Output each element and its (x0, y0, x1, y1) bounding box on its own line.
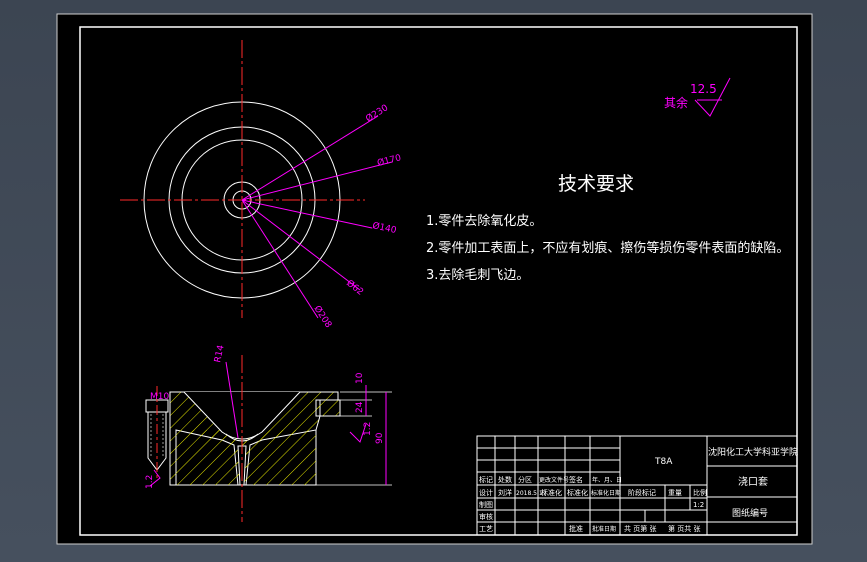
tb-sheet-info2: 第 页共 张 (668, 524, 700, 533)
tb-draw-label: 制图 (479, 500, 493, 509)
tb-approve-date: 批准日期 (592, 525, 616, 533)
tb-hdr-sign: 签名 (569, 475, 583, 484)
tb-process-label: 工艺 (479, 525, 493, 533)
tb-std-label2: 标准化 (567, 488, 588, 497)
tech-item-2: 2.零件加工表面上，不应有划痕、擦伤等损伤零件表面的缺陷。 (426, 240, 789, 256)
tb-hdr-docno: 更改文件号 (539, 476, 569, 484)
tech-item-1: 1.零件去除氧化皮。 (426, 214, 542, 229)
roughness-value: 12.5 (690, 82, 717, 96)
tb-material: T8A (654, 457, 673, 467)
dim-h90: 90 (375, 432, 385, 444)
tb-part-name: 浇口套 (738, 475, 768, 488)
tb-designer-name: 刘洋 (498, 488, 512, 497)
tb-std-label: 标准化 (541, 488, 562, 497)
tb-std-date: 标准化日期 (591, 489, 621, 497)
tech-title: 技术要求 (558, 173, 634, 195)
tb-school: 沈阳化工大学科亚学院 (708, 446, 798, 458)
dim-h24: 24 (355, 401, 365, 413)
tech-item-3: 3.去除毛刺飞边。 (426, 268, 529, 283)
cad-drawing: Ø230 Ø170 Ø140 Ø62 Ø208 12.5 其余 技术要求 1.零… (56, 13, 813, 545)
roughness-label: 其余 (664, 95, 688, 110)
tb-hdr-date: 年、月、日 (592, 476, 622, 484)
tb-hdr-zone: 分区 (518, 475, 532, 484)
dim-h10: 10 (355, 372, 365, 384)
tb-hdr-count: 处数 (498, 475, 512, 484)
dim-deg: 1.2 (363, 422, 373, 436)
tb-scale-value: 1:2 (693, 501, 704, 509)
tb-weight: 重量 (668, 489, 682, 497)
dim-side: 1.2 (145, 475, 155, 489)
tb-hdr-mark: 标记 (479, 475, 493, 484)
tb-drawing-no: 图纸编号 (732, 507, 768, 519)
tb-sheet-info: 共 页第 张 (624, 524, 656, 533)
tb-check-label: 审核 (479, 512, 493, 521)
tb-approve-label: 批准 (569, 524, 583, 533)
dim-m10: M10 (150, 392, 169, 402)
tb-stage-mark: 阶段标记 (628, 488, 656, 497)
tb-scale-label: 比例 (693, 488, 707, 497)
tb-designer-label: 设计 (479, 488, 493, 497)
